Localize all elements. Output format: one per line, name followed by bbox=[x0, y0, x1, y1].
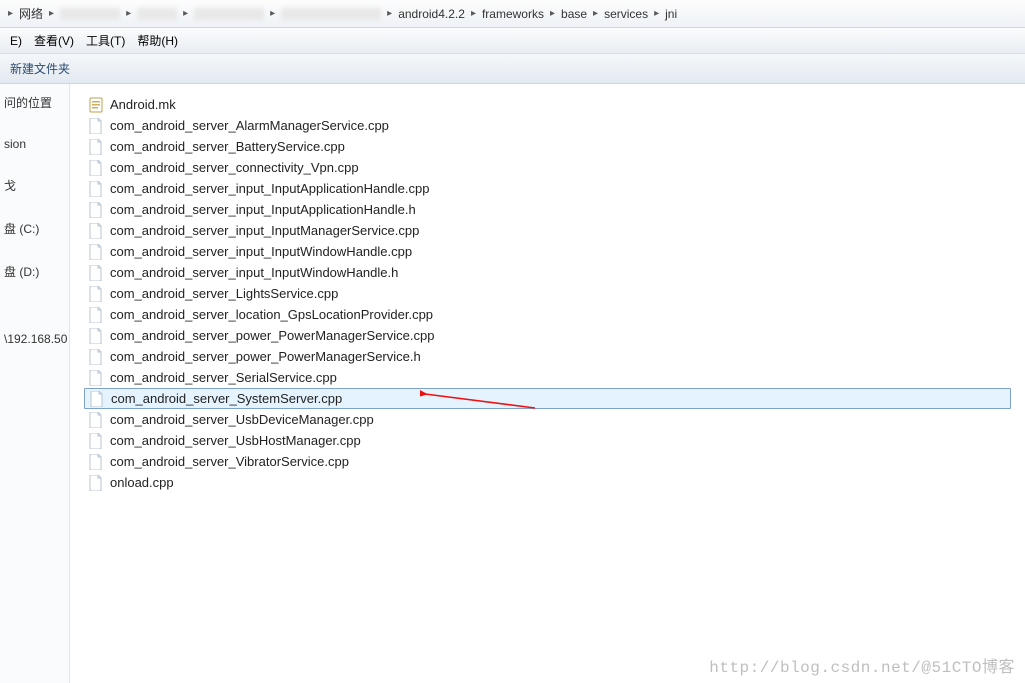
chevron-right-icon: ▸ bbox=[591, 8, 600, 19]
sidebar-item-drive-d[interactable]: 盘 (D:) bbox=[4, 263, 65, 280]
crumb-base[interactable]: base bbox=[557, 3, 591, 25]
file-icon bbox=[88, 139, 104, 155]
chevron-right-icon: ▸ bbox=[385, 8, 394, 19]
chevron-right-icon: ▸ bbox=[268, 8, 277, 19]
file-row[interactable]: com_android_server_SystemServer.cpp bbox=[84, 388, 1011, 409]
file-row[interactable]: com_android_server_LightsService.cpp bbox=[84, 283, 1011, 304]
nav-pane[interactable]: 问的位置 sion 戈 盘 (C:) 盘 (D:) \192.168.50 bbox=[0, 84, 70, 683]
menu-tools[interactable]: 工具(T) bbox=[80, 29, 131, 52]
file-row[interactable]: com_android_server_BatteryService.cpp bbox=[84, 136, 1011, 157]
menu-edit[interactable]: E) bbox=[4, 31, 28, 51]
file-row[interactable]: com_android_server_AlarmManagerService.c… bbox=[84, 115, 1011, 136]
crumb-services[interactable]: services bbox=[600, 3, 652, 25]
file-icon bbox=[88, 412, 104, 428]
chevron-right-icon: ▸ bbox=[548, 8, 557, 19]
file-row[interactable]: com_android_server_input_InputApplicatio… bbox=[84, 178, 1011, 199]
sidebar-item-network-ip[interactable]: \192.168.50 bbox=[4, 332, 65, 346]
file-icon bbox=[88, 433, 104, 449]
file-list-pane[interactable]: Android.mk com_android_server_AlarmManage… bbox=[70, 84, 1025, 683]
file-name: com_android_server_UsbDeviceManager.cpp bbox=[110, 412, 374, 427]
crumb-android[interactable]: android4.2.2 bbox=[394, 3, 469, 25]
address-bar[interactable]: ▸ 网络 ▸ ▸ ▸ ▸ ▸ android4.2.2 ▸ frameworks… bbox=[0, 0, 1025, 28]
file-name: com_android_server_UsbHostManager.cpp bbox=[110, 433, 361, 448]
new-folder-button[interactable]: 新建文件夹 bbox=[10, 60, 70, 77]
file-name: com_android_server_location_GpsLocationP… bbox=[110, 307, 433, 322]
sidebar-item-recent[interactable]: 问的位置 bbox=[4, 94, 65, 111]
file-icon bbox=[88, 160, 104, 176]
file-icon bbox=[88, 118, 104, 134]
menu-view[interactable]: 查看(V) bbox=[28, 29, 80, 52]
file-row[interactable]: com_android_server_power_PowerManagerSer… bbox=[84, 346, 1011, 367]
chevron-right-icon: ▸ bbox=[181, 8, 190, 19]
crumb-blurred bbox=[137, 8, 177, 20]
file-name: com_android_server_input_InputWindowHand… bbox=[110, 265, 398, 280]
file-row[interactable]: com_android_server_connectivity_Vpn.cpp bbox=[84, 157, 1011, 178]
file-icon bbox=[88, 286, 104, 302]
chevron-right-icon: ▸ bbox=[652, 8, 661, 19]
file-icon bbox=[88, 475, 104, 491]
file-icon bbox=[88, 223, 104, 239]
makefile-icon bbox=[88, 97, 104, 113]
chevron-right-icon: ▸ bbox=[47, 8, 56, 19]
file-icon bbox=[89, 391, 105, 407]
file-row[interactable]: com_android_server_input_InputManagerSer… bbox=[84, 220, 1011, 241]
file-icon bbox=[88, 328, 104, 344]
file-row[interactable]: com_android_server_input_InputWindowHand… bbox=[84, 262, 1011, 283]
file-name: com_android_server_power_PowerManagerSer… bbox=[110, 328, 434, 343]
chevron-right-icon: ▸ bbox=[469, 8, 478, 19]
file-name: com_android_server_input_InputWindowHand… bbox=[110, 244, 412, 259]
crumb-network[interactable]: 网络 bbox=[15, 3, 47, 25]
file-name: com_android_server_SerialService.cpp bbox=[110, 370, 337, 385]
file-icon bbox=[88, 307, 104, 323]
file-name: com_android_server_AlarmManagerService.c… bbox=[110, 118, 389, 133]
chevron-right-icon: ▸ bbox=[124, 8, 133, 19]
file-name: com_android_server_VibratorService.cpp bbox=[110, 454, 349, 469]
file-icon bbox=[88, 202, 104, 218]
file-name: com_android_server_connectivity_Vpn.cpp bbox=[110, 160, 359, 175]
file-icon bbox=[88, 265, 104, 281]
menu-bar: E) 查看(V) 工具(T) 帮助(H) bbox=[0, 28, 1025, 54]
file-icon bbox=[88, 181, 104, 197]
file-icon bbox=[88, 349, 104, 365]
crumb-blurred bbox=[60, 8, 120, 20]
sidebar-item-sion[interactable]: sion bbox=[4, 137, 65, 151]
file-row[interactable]: com_android_server_SerialService.cpp bbox=[84, 367, 1011, 388]
file-name: Android.mk bbox=[110, 97, 176, 112]
crumb-blurred bbox=[281, 8, 381, 20]
file-icon bbox=[88, 454, 104, 470]
file-row[interactable]: com_android_server_input_InputWindowHand… bbox=[84, 241, 1011, 262]
menu-help[interactable]: 帮助(H) bbox=[131, 29, 184, 52]
file-row[interactable]: com_android_server_UsbDeviceManager.cpp bbox=[84, 409, 1011, 430]
crumb-frameworks[interactable]: frameworks bbox=[478, 3, 548, 25]
file-row[interactable]: onload.cpp bbox=[84, 472, 1011, 493]
crumb-jni[interactable]: jni bbox=[661, 3, 681, 25]
file-icon bbox=[88, 370, 104, 386]
file-name: com_android_server_BatteryService.cpp bbox=[110, 139, 345, 154]
file-row[interactable]: com_android_server_location_GpsLocationP… bbox=[84, 304, 1011, 325]
file-row[interactable]: com_android_server_VibratorService.cpp bbox=[84, 451, 1011, 472]
chevron-right-icon: ▸ bbox=[6, 8, 15, 19]
file-name: com_android_server_input_InputApplicatio… bbox=[110, 202, 416, 217]
file-row[interactable]: com_android_server_UsbHostManager.cpp bbox=[84, 430, 1011, 451]
file-icon bbox=[88, 244, 104, 260]
file-name: onload.cpp bbox=[110, 475, 174, 490]
file-name: com_android_server_input_InputManagerSer… bbox=[110, 223, 419, 238]
watermark-text: http://blog.csdn.net/@51CTO博客 bbox=[709, 653, 1015, 677]
main-area: 问的位置 sion 戈 盘 (C:) 盘 (D:) \192.168.50 An… bbox=[0, 84, 1025, 683]
command-bar: 新建文件夹 bbox=[0, 54, 1025, 84]
sidebar-item-unk[interactable]: 戈 bbox=[4, 177, 65, 194]
sidebar-item-drive-c[interactable]: 盘 (C:) bbox=[4, 220, 65, 237]
file-name: com_android_server_SystemServer.cpp bbox=[111, 391, 342, 406]
crumb-blurred bbox=[194, 8, 264, 20]
file-name: com_android_server_power_PowerManagerSer… bbox=[110, 349, 421, 364]
file-name: com_android_server_LightsService.cpp bbox=[110, 286, 338, 301]
file-name: com_android_server_input_InputApplicatio… bbox=[110, 181, 429, 196]
file-row[interactable]: Android.mk bbox=[84, 94, 1011, 115]
file-row[interactable]: com_android_server_power_PowerManagerSer… bbox=[84, 325, 1011, 346]
file-row[interactable]: com_android_server_input_InputApplicatio… bbox=[84, 199, 1011, 220]
